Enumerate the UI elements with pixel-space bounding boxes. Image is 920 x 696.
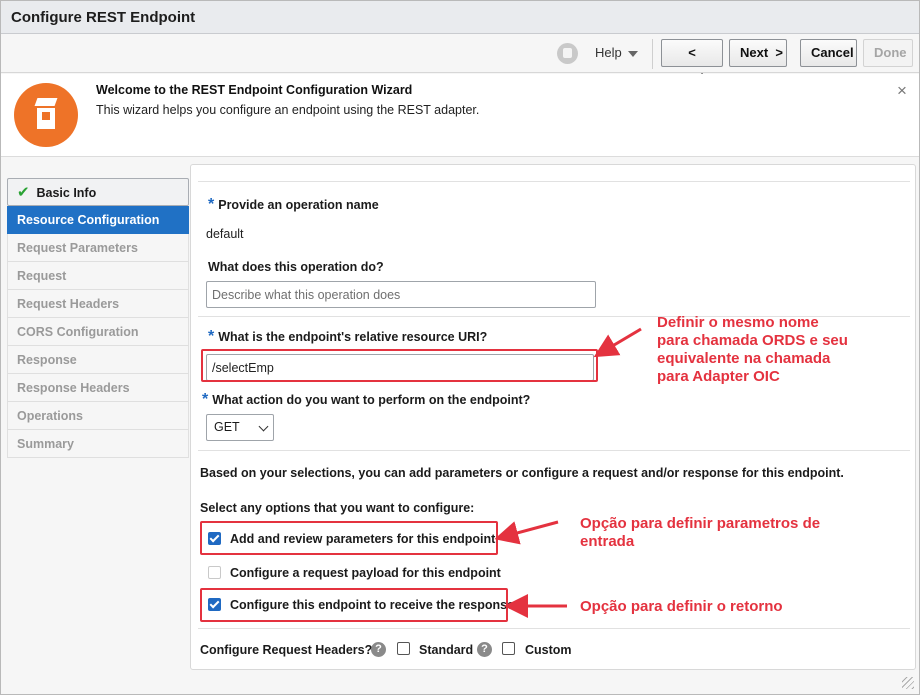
headers-label: Configure Request Headers? xyxy=(200,643,373,657)
resize-grip-icon[interactable] xyxy=(902,677,914,689)
options-label: Select any options that you want to conf… xyxy=(200,501,475,515)
toolbar-divider xyxy=(652,39,653,69)
welcome-description: This wizard helps you configure an endpo… xyxy=(96,103,480,117)
resource-uri-label: * What is the endpoint's relative resourc… xyxy=(208,328,488,345)
annotation-line: Definir o mesmo nome xyxy=(657,314,819,331)
wizard-toolbar: Help < Back Next > Cancel Done xyxy=(1,35,919,86)
standard-headers-checkbox[interactable] xyxy=(397,642,410,655)
step-basic-info[interactable]: ✔ Basic Info xyxy=(7,178,189,206)
step-label: Basic Info xyxy=(36,186,97,200)
required-mark: * xyxy=(202,391,209,408)
user-status-icon[interactable] xyxy=(557,43,578,64)
http-method-value: GET xyxy=(214,420,240,434)
standard-headers-label[interactable]: Standard xyxy=(419,643,473,657)
action-label: * What action do you want to perform on t… xyxy=(202,391,531,408)
divider xyxy=(198,450,910,451)
required-mark: * xyxy=(208,328,215,345)
step-label: CORS Configuration xyxy=(17,325,139,339)
annotation-line: para Adapter OIC xyxy=(657,368,780,385)
step-resource-configuration[interactable]: Resource Configuration xyxy=(7,206,189,234)
chevron-down-icon xyxy=(258,421,269,432)
request-payload-option-label[interactable]: Configure a request payload for this end… xyxy=(230,566,501,580)
step-label: Operations xyxy=(17,409,83,423)
custom-headers-checkbox[interactable] xyxy=(502,642,515,655)
operation-desc-label: What does this operation do? xyxy=(208,260,384,274)
operation-name-label: * Provide an operation name xyxy=(208,196,379,213)
annotation-line: entrada xyxy=(580,533,635,550)
window-title: Configure REST Endpoint xyxy=(11,9,196,26)
back-button[interactable]: < Back xyxy=(661,39,723,86)
step-response-headers[interactable]: Response Headers xyxy=(7,374,189,402)
step-label: Resource Configuration xyxy=(17,213,160,227)
uri-highlight-box xyxy=(201,349,598,382)
divider xyxy=(198,628,910,629)
welcome-banner: Welcome to the REST Endpoint Configurati… xyxy=(1,74,919,157)
step-label: Request Headers xyxy=(17,297,120,311)
uri-annotation: Definir o mesmo nome para chamada ORDS e… xyxy=(657,314,848,386)
request-payload-checkbox[interactable] xyxy=(208,566,221,579)
wizard-steps-nav: ✔ Basic Info Resource Configuration Requ… xyxy=(7,178,189,458)
http-method-select[interactable]: GET xyxy=(206,414,274,441)
step-request-headers[interactable]: Request Headers xyxy=(7,290,189,318)
step-label: Summary xyxy=(17,437,74,451)
info-text: Based on your selections, you can add pa… xyxy=(200,466,844,480)
cancel-button[interactable]: Cancel xyxy=(800,39,857,67)
next-button[interactable]: Next > xyxy=(729,39,787,67)
close-icon[interactable]: × xyxy=(897,81,907,101)
help-menu-label: Help xyxy=(595,45,622,60)
step-label: Response xyxy=(17,353,77,367)
step-summary[interactable]: Summary xyxy=(7,430,189,458)
step-label: Request xyxy=(17,269,67,283)
operation-name-value: default xyxy=(206,227,244,241)
done-button[interactable]: Done xyxy=(863,39,913,67)
wizard-window: Configure REST Endpoint Help < Back Next… xyxy=(0,0,920,695)
params-annotation: Opção para definir parametros de entrada xyxy=(580,515,820,551)
response-highlight-box xyxy=(200,588,508,622)
welcome-heading: Welcome to the REST Endpoint Configurati… xyxy=(96,83,413,97)
chevron-down-icon xyxy=(627,50,638,57)
step-request[interactable]: Request xyxy=(7,262,189,290)
step-cors-configuration[interactable]: CORS Configuration xyxy=(7,318,189,346)
response-annotation: Opção para definir o retorno xyxy=(580,598,783,615)
step-response[interactable]: Response xyxy=(7,346,189,374)
custom-headers-label[interactable]: Custom xyxy=(525,643,572,657)
help-icon[interactable]: ? xyxy=(371,642,386,657)
help-menu[interactable]: Help xyxy=(595,45,638,60)
step-operations[interactable]: Operations xyxy=(7,402,189,430)
step-label: Request Parameters xyxy=(17,241,138,255)
annotation-line: equivalente na chamada xyxy=(657,350,831,367)
required-mark: * xyxy=(208,196,215,213)
annotation-line: Opção para definir parametros de xyxy=(580,515,821,532)
operation-desc-input[interactable] xyxy=(206,281,596,308)
annotation-line: para chamada ORDS e seu xyxy=(657,332,848,349)
title-bar: Configure REST Endpoint xyxy=(1,1,919,34)
step-request-parameters[interactable]: Request Parameters xyxy=(7,234,189,262)
params-highlight-box xyxy=(200,521,498,555)
step-label: Response Headers xyxy=(17,381,130,395)
divider xyxy=(198,181,910,182)
help-icon[interactable]: ? xyxy=(477,642,492,657)
rest-adapter-logo-icon xyxy=(14,83,78,147)
check-icon: ✔ xyxy=(17,184,30,201)
